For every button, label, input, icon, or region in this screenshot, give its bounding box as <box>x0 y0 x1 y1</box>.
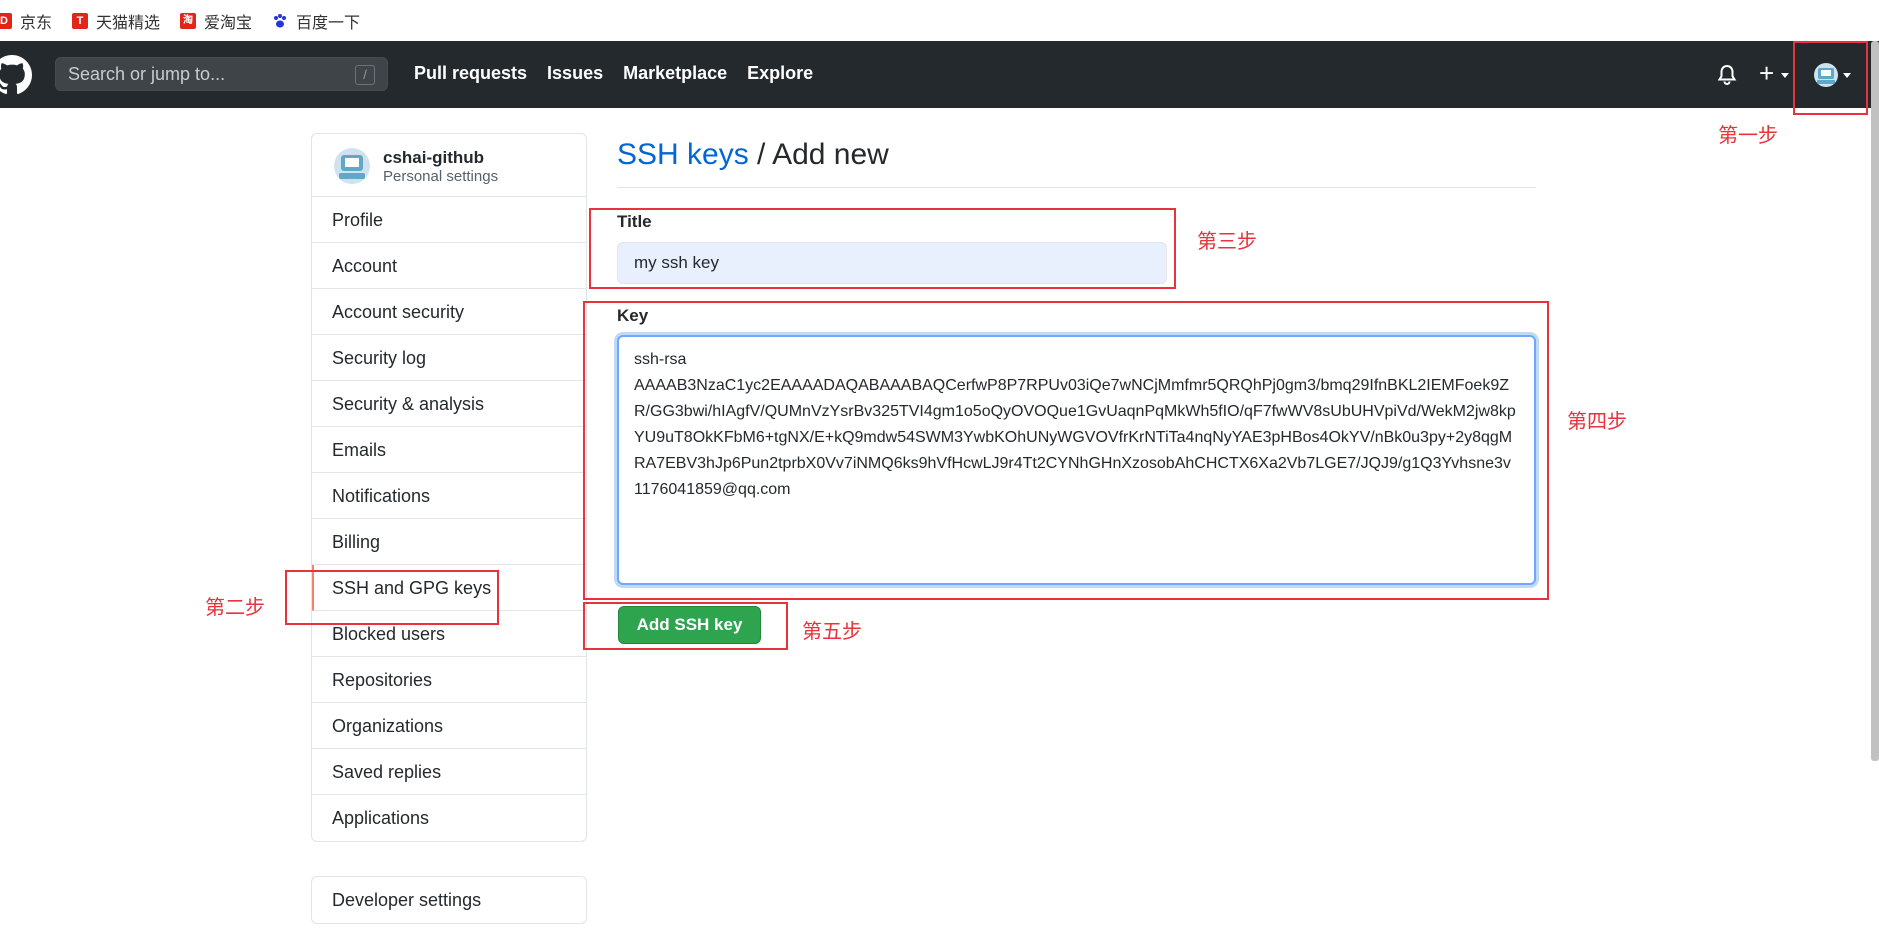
page-scrollbar[interactable] <box>1871 41 1879 761</box>
nav-issues[interactable]: Issues <box>547 63 603 84</box>
annotation-box-step2 <box>285 570 499 625</box>
sidebar-item-profile[interactable]: Profile <box>312 197 586 243</box>
sidebar-item-notifications[interactable]: Notifications <box>312 473 586 519</box>
bookmark-tmall[interactable]: T 天猫精选 <box>72 9 160 33</box>
sidebar-username[interactable]: cshai-github <box>383 148 484 168</box>
sidebar-item-account[interactable]: Account <box>312 243 586 289</box>
chevron-down-icon <box>1781 72 1790 78</box>
sidebar-subtitle: Personal settings <box>383 168 499 185</box>
baidu-paw-icon <box>274 13 287 27</box>
annotation-step3: 第三步 <box>1197 231 1257 253</box>
create-new-button[interactable]: + <box>1759 58 1790 88</box>
tmall-icon: T <box>72 12 89 29</box>
annotation-step1: 第一步 <box>1718 125 1778 147</box>
bookmark-label: 百度一下 <box>296 14 361 32</box>
taobao-icon: 淘 <box>180 12 197 29</box>
sidebar-item-repositories[interactable]: Repositories <box>312 657 586 703</box>
bell-icon[interactable] <box>1717 64 1737 86</box>
sidebar-item-security-analysis[interactable]: Security & analysis <box>312 381 586 427</box>
annotation-box-step4 <box>583 301 1549 600</box>
sidebar-item-security-log[interactable]: Security log <box>312 335 586 381</box>
sidebar-item-emails[interactable]: Emails <box>312 427 586 473</box>
settings-sidebar: cshai-github Personal settings Profile A… <box>311 133 587 842</box>
annotation-step2: 第二步 <box>205 597 265 619</box>
annotation-step4: 第四步 <box>1567 411 1627 433</box>
breadcrumb-separator: / <box>748 138 773 171</box>
sidebar-item-account-security[interactable]: Account security <box>312 289 586 335</box>
annotation-box-step5 <box>583 602 788 650</box>
search-box[interactable]: / <box>55 57 388 91</box>
bookmark-taobao[interactable]: 淘 爱淘宝 <box>180 9 252 33</box>
bookmark-label: 天猫精选 <box>96 14 161 32</box>
bookmark-label: 爱淘宝 <box>204 14 253 32</box>
annotation-step5: 第五步 <box>802 621 862 643</box>
jd-icon: D <box>0 12 12 29</box>
nav-marketplace[interactable]: Marketplace <box>623 63 727 84</box>
github-logo-icon[interactable] <box>0 55 32 95</box>
avatar <box>334 148 370 184</box>
plus-icon: + <box>1759 58 1775 88</box>
breadcrumb-current: Add new <box>772 138 889 171</box>
annotation-box-step3 <box>589 208 1176 289</box>
page-title: SSH keys / Add new <box>617 138 889 172</box>
bookmark-baidu[interactable]: 百度一下 <box>272 9 360 33</box>
header-nav: Pull requests Issues Marketplace Explore <box>414 63 833 84</box>
avatar-icon <box>339 155 365 179</box>
github-header: / Pull requests Issues Marketplace Explo… <box>0 41 1879 108</box>
sidebar-item-applications[interactable]: Applications <box>312 795 586 841</box>
bookmark-jd[interactable]: D 京东 <box>0 9 52 33</box>
bookmark-label: 京东 <box>20 14 53 32</box>
title-divider <box>617 187 1536 188</box>
sidebar-item-saved-replies[interactable]: Saved replies <box>312 749 586 795</box>
slash-shortcut-badge: / <box>355 65 375 85</box>
bookmarks-bar: D 京东 T 天猫精选 淘 爱淘宝 百度一下 <box>0 0 1879 41</box>
search-input[interactable] <box>56 58 348 90</box>
sidebar-user-header: cshai-github Personal settings <box>312 134 586 197</box>
sidebar-item-developer-settings[interactable]: Developer settings <box>311 876 587 924</box>
nav-pull-requests[interactable]: Pull requests <box>414 63 527 84</box>
nav-explore[interactable]: Explore <box>747 63 813 84</box>
breadcrumb-ssh-keys-link[interactable]: SSH keys <box>617 138 749 171</box>
sidebar-item-billing[interactable]: Billing <box>312 519 586 565</box>
sidebar-item-organizations[interactable]: Organizations <box>312 703 586 749</box>
annotation-box-step1 <box>1793 41 1868 115</box>
